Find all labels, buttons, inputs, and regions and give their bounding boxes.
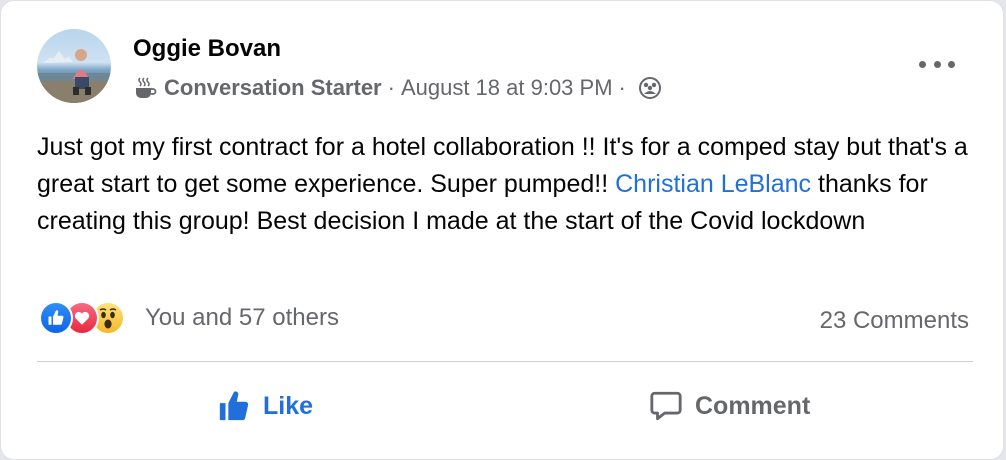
reactions-summary[interactable]: You and 57 others [39,301,339,335]
like-label: Like [263,391,314,420]
group-audience-icon[interactable] [638,76,662,100]
coffee-cup-icon [136,77,157,98]
more-options-icon[interactable] [919,51,955,77]
post-timestamp[interactable]: August 18 at 9:03 PM [401,75,613,101]
member-badge[interactable]: Conversation Starter [164,75,382,101]
divider [37,361,973,362]
avatar[interactable] [37,29,111,103]
meta-separator: · [387,75,395,100]
mention-link[interactable]: Christian LeBlanc [615,170,811,198]
meta-separator: · [618,75,626,100]
post-meta: Conversation Starter · August 18 at 9:03… [133,75,662,101]
comment-bubble-icon [650,391,682,421]
author-name[interactable]: Oggie Bovan [133,35,281,63]
avatar-photo [37,49,111,103]
post-text: Just got my first contract for a hotel c… [37,129,977,240]
comments-count[interactable]: 23 Comments [820,307,969,335]
reactions-count[interactable]: You and 57 others [145,304,339,332]
comment-button[interactable]: Comment [649,381,810,431]
thumbs-up-icon [219,391,249,421]
post-card: Oggie Bovan Conversation Starter · Augus… [0,0,1004,460]
like-reaction-icon [39,301,73,335]
comment-label: Comment [695,391,811,420]
like-button[interactable]: Like [217,381,313,431]
